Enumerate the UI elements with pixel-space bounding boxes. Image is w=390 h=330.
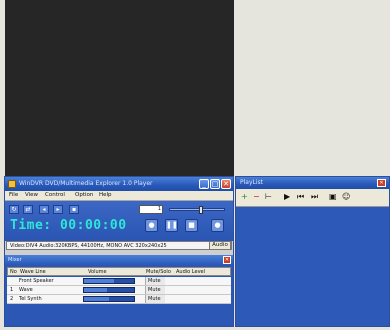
menu-control[interactable]: Control xyxy=(45,192,65,198)
next-icon[interactable]: ⏭ xyxy=(311,193,318,201)
playlist-title: PlayList xyxy=(240,179,264,186)
record-icon[interactable]: ● xyxy=(145,219,158,232)
row-name: Tel Synth xyxy=(19,296,42,302)
menu-file[interactable]: File xyxy=(9,192,18,198)
col-audio-level: Audio Level xyxy=(176,269,205,275)
play-icon[interactable]: ▶ xyxy=(284,193,290,201)
mixer-empty-area xyxy=(7,305,231,326)
media-info: Video:DIV4 Audio:320KBPS, 44100Hz, MONO … xyxy=(10,243,167,249)
save-icon[interactable]: ▣ xyxy=(329,193,337,201)
mute-label[interactable]: Mute xyxy=(148,278,161,284)
shuffle-icon[interactable]: ⇄ xyxy=(23,205,33,214)
volume-slider[interactable] xyxy=(169,206,225,214)
player-titlebar[interactable]: WinDVR DVD/Multimedia Explorer 1.0 Playe… xyxy=(5,177,233,191)
volume-bar[interactable] xyxy=(83,278,135,284)
media-info-bar: Video:DIV4 Audio:320KBPS, 44100Hz, MONO … xyxy=(6,241,232,250)
eject-icon[interactable]: ● xyxy=(211,219,224,232)
playlist-titlebar[interactable]: PlayList ✕ xyxy=(236,177,389,189)
volume-knob[interactable] xyxy=(198,206,203,214)
volume-bar[interactable] xyxy=(83,296,135,302)
row-name: Wave xyxy=(19,287,33,293)
minimize-button[interactable]: _ xyxy=(199,179,209,189)
mixer-title: Mixer xyxy=(8,257,22,263)
table-row[interactable]: 1 Wave Mute xyxy=(7,286,231,295)
maximize-button[interactable]: □ xyxy=(210,179,220,189)
mute-label[interactable]: Mute xyxy=(148,287,161,293)
player-title: WinDVR DVD/Multimedia Explorer 1.0 Playe… xyxy=(19,180,153,187)
menu-help[interactable]: Help xyxy=(99,192,112,198)
volume-bar[interactable] xyxy=(83,287,135,293)
add-icon[interactable]: + xyxy=(241,193,248,201)
audio-button[interactable]: Audio xyxy=(209,241,231,250)
next-icon[interactable]: ▸ xyxy=(53,205,63,214)
mixer-table-header: No Wave Line Volume Mute/Solo Audio Leve… xyxy=(7,267,231,276)
users-icon[interactable]: ☺ xyxy=(342,193,350,201)
prev-icon[interactable]: ⏮ xyxy=(297,193,304,201)
prev-icon[interactable]: ◂ xyxy=(39,205,49,214)
table-row[interactable]: Front Speaker Mute xyxy=(7,277,231,286)
player-window: WinDVR DVD/Multimedia Explorer 1.0 Playe… xyxy=(4,176,234,327)
close-button[interactable]: ✕ xyxy=(221,179,231,189)
control-panel: ↻ ⇄ ◂ ▸ ▪ 1 Time: 00:00:00 ● ❚❚ ■ ● xyxy=(5,201,233,241)
repeat-icon[interactable]: ↻ xyxy=(9,205,19,214)
stop-icon[interactable]: ■ xyxy=(185,219,198,232)
mute-label[interactable]: Mute xyxy=(148,296,161,302)
menu-option[interactable]: Option xyxy=(75,192,93,198)
time-display: Time: 00:00:00 xyxy=(10,218,127,233)
mixer-close-button[interactable]: ✕ xyxy=(223,256,231,264)
playlist-toolbar: + − ⊢ ▶ ⏮ ⏭ ▣ ☺ xyxy=(236,189,389,207)
playlist-list[interactable] xyxy=(236,207,389,326)
row-no: 1 xyxy=(10,287,14,293)
playlist-window: PlayList ✕ + − ⊢ ▶ ⏮ ⏭ ▣ ☺ xyxy=(235,176,390,327)
menubar: File View Control Option Help xyxy=(5,191,233,201)
col-no: No xyxy=(10,269,17,275)
pause-icon[interactable]: ❚❚ xyxy=(165,219,178,232)
row-no: 2 xyxy=(10,296,14,302)
table-row[interactable]: 2 Tel Synth Mute xyxy=(7,295,231,304)
col-volume: Volume xyxy=(88,269,107,275)
chapter-icon[interactable]: ▪ xyxy=(69,205,79,214)
remove-icon[interactable]: − xyxy=(253,193,260,201)
video-display[interactable] xyxy=(5,0,234,176)
col-wave-line: Wave Line xyxy=(20,269,46,275)
mixer-panel: No Wave Line Volume Mute/Solo Audio Leve… xyxy=(5,265,233,326)
track-number-field[interactable]: 1 xyxy=(139,205,163,214)
mixer-titlebar[interactable]: Mixer ✕ xyxy=(5,255,233,265)
playlist-close-button[interactable]: ✕ xyxy=(377,179,386,187)
app-icon xyxy=(8,180,16,188)
move-icon[interactable]: ⊢ xyxy=(265,193,272,201)
row-name: Front Speaker xyxy=(19,278,54,284)
menu-view[interactable]: View xyxy=(25,192,38,198)
col-mute-solo: Mute/Solo xyxy=(146,269,171,275)
control-row: ↻ ⇄ ◂ ▸ ▪ 1 xyxy=(9,204,229,216)
